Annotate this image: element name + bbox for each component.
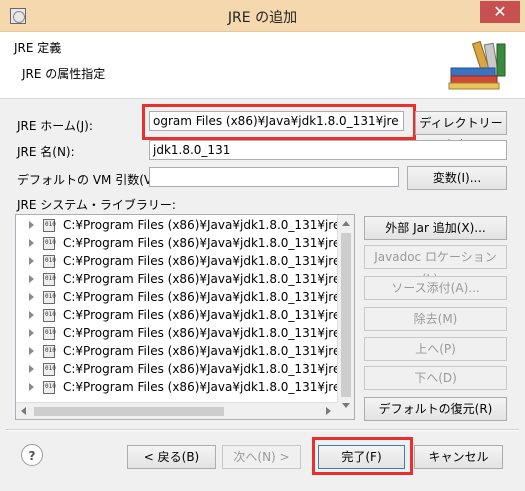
header-panel: JRE 定義 JRE の属性指定 (0, 32, 525, 99)
down-button[interactable]: 下へ(D) (364, 366, 507, 390)
scroll-right-icon[interactable] (326, 407, 331, 415)
help-icon[interactable]: ? (21, 444, 43, 466)
expand-icon[interactable] (29, 293, 34, 301)
list-item[interactable]: C:¥Program Files (x86)¥Java¥jdk1.8.0_131… (16, 271, 348, 289)
vertical-scroll-thumb[interactable] (341, 233, 351, 397)
jar-icon (43, 363, 56, 376)
highlight-box (312, 437, 413, 475)
jar-icon (43, 291, 56, 304)
jar-icon (43, 237, 56, 250)
up-button[interactable]: 上へ(P) (364, 337, 507, 361)
variables-button[interactable]: 変数(I)... (407, 166, 507, 190)
jar-icon (43, 273, 56, 286)
list-item[interactable]: C:¥Program Files (x86)¥Java¥jdk1.8.0_131… (16, 217, 348, 235)
jre-home-label: JRE ホーム(J): (17, 119, 93, 133)
jar-icon (43, 381, 56, 394)
remove-button[interactable]: 除去(M) (364, 307, 507, 331)
expand-icon[interactable] (29, 257, 34, 265)
close-button[interactable]: ✕ (480, 1, 520, 23)
list-item[interactable]: C:¥Program Files (x86)¥Java¥jdk1.8.0_131… (16, 379, 348, 397)
horizontal-scroll-thumb[interactable] (34, 407, 224, 416)
window-title: JRE の追加 (227, 10, 298, 26)
cancel-button[interactable]: キャンセル (414, 445, 503, 469)
separator (6, 429, 519, 431)
expand-icon[interactable] (29, 347, 34, 355)
list-item[interactable]: C:¥Program Files (x86)¥Java¥jdk1.8.0_131… (16, 253, 348, 271)
expand-icon[interactable] (29, 329, 34, 337)
expand-icon[interactable] (29, 275, 34, 283)
jre-name-label: JRE 名(N): (17, 145, 75, 159)
horizontal-scrollbar[interactable] (16, 402, 338, 419)
jre-add-dialog: JRE の追加 ✕ JRE 定義 JRE の属性指定 JRE ホーム(J): o… (0, 0, 525, 491)
scroll-left-icon[interactable] (21, 407, 26, 415)
jre-name-input[interactable]: jdk1.8.0_131 (149, 140, 507, 160)
jar-icon (43, 345, 56, 358)
scroll-down-icon[interactable] (342, 403, 350, 408)
expand-icon[interactable] (29, 383, 34, 391)
jar-icon (43, 255, 56, 268)
vertical-scrollbar[interactable] (337, 215, 354, 419)
library-label: JRE システム・ライブラリー: (17, 198, 176, 212)
vm-args-label: デフォルトの VM 引数(V): (17, 173, 161, 187)
list-item[interactable]: C:¥Program Files (x86)¥Java¥jdk1.8.0_131… (16, 325, 348, 343)
expand-icon[interactable] (29, 221, 34, 229)
back-button[interactable]: < 戻る(B) (127, 445, 216, 469)
jar-icon (43, 309, 56, 322)
expand-icon[interactable] (29, 239, 34, 247)
directory-button[interactable]: ディレクトリー(O)... (415, 111, 507, 152)
vm-args-input[interactable] (149, 167, 399, 187)
scroll-up-icon[interactable] (342, 221, 350, 226)
next-button[interactable]: 次へ(N) > (222, 445, 301, 469)
list-item[interactable]: C:¥Program Files (x86)¥Java¥jdk1.8.0_131… (16, 343, 348, 361)
javadoc-location-button[interactable]: Javadoc ロケーション(L)... (364, 245, 507, 286)
add-external-jar-button[interactable]: 外部 Jar 追加(X)... (364, 216, 507, 240)
header-title: JRE 定義 (14, 41, 62, 55)
books-icon (448, 40, 506, 90)
source-attachment-button[interactable]: ソース添付(A)... (364, 276, 507, 300)
header-description: JRE の属性指定 (22, 67, 106, 81)
jar-icon (43, 219, 56, 232)
list-item[interactable]: C:¥Program Files (x86)¥Java¥jdk1.8.0_131… (16, 235, 348, 253)
expand-icon[interactable] (29, 311, 34, 319)
restore-default-button[interactable]: デフォルトの復元(R) (364, 397, 507, 421)
jar-icon (43, 327, 56, 340)
library-tree[interactable]: C:¥Program Files (x86)¥Java¥jdk1.8.0_131… (15, 214, 355, 420)
list-item[interactable]: C:¥Program Files (x86)¥Java¥jdk1.8.0_131… (16, 361, 348, 379)
expand-icon[interactable] (29, 365, 34, 373)
highlight-box (142, 104, 416, 140)
list-item[interactable]: C:¥Program Files (x86)¥Java¥jdk1.8.0_131… (16, 289, 348, 307)
list-item[interactable]: C:¥Program Files (x86)¥Java¥jdk1.8.0_131… (16, 307, 348, 325)
title-bar: JRE の追加 ✕ (0, 0, 525, 32)
